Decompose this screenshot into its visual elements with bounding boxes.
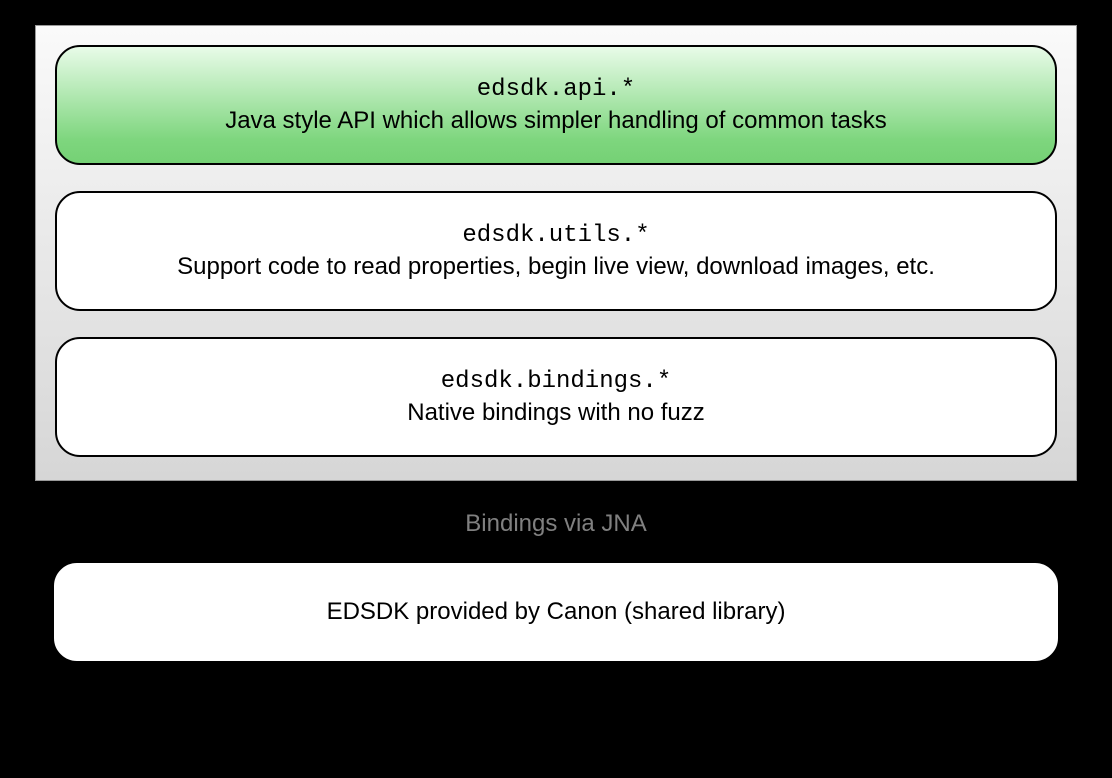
layer-bindings-code: edsdk.bindings.* — [441, 366, 671, 397]
layer-api-box: edsdk.api.* Java style API which allows … — [55, 45, 1057, 165]
layer-api-code: edsdk.api.* — [477, 74, 635, 105]
layers-container: edsdk.api.* Java style API which allows … — [35, 25, 1077, 481]
layer-utils-code: edsdk.utils.* — [462, 220, 649, 251]
layer-bindings-desc: Native bindings with no fuzz — [407, 397, 705, 428]
layer-api-desc: Java style API which allows simpler hand… — [225, 105, 887, 136]
layer-bindings-box: edsdk.bindings.* Native bindings with no… — [55, 337, 1057, 457]
edsdk-label: EDSDK provided by Canon (shared library) — [327, 598, 786, 626]
connector-label: Bindings via JNA — [35, 510, 1077, 538]
layer-utils-box: edsdk.utils.* Support code to read prope… — [55, 191, 1057, 311]
layer-utils-desc: Support code to read properties, begin l… — [177, 251, 935, 282]
edsdk-box: EDSDK provided by Canon (shared library) — [52, 561, 1060, 663]
